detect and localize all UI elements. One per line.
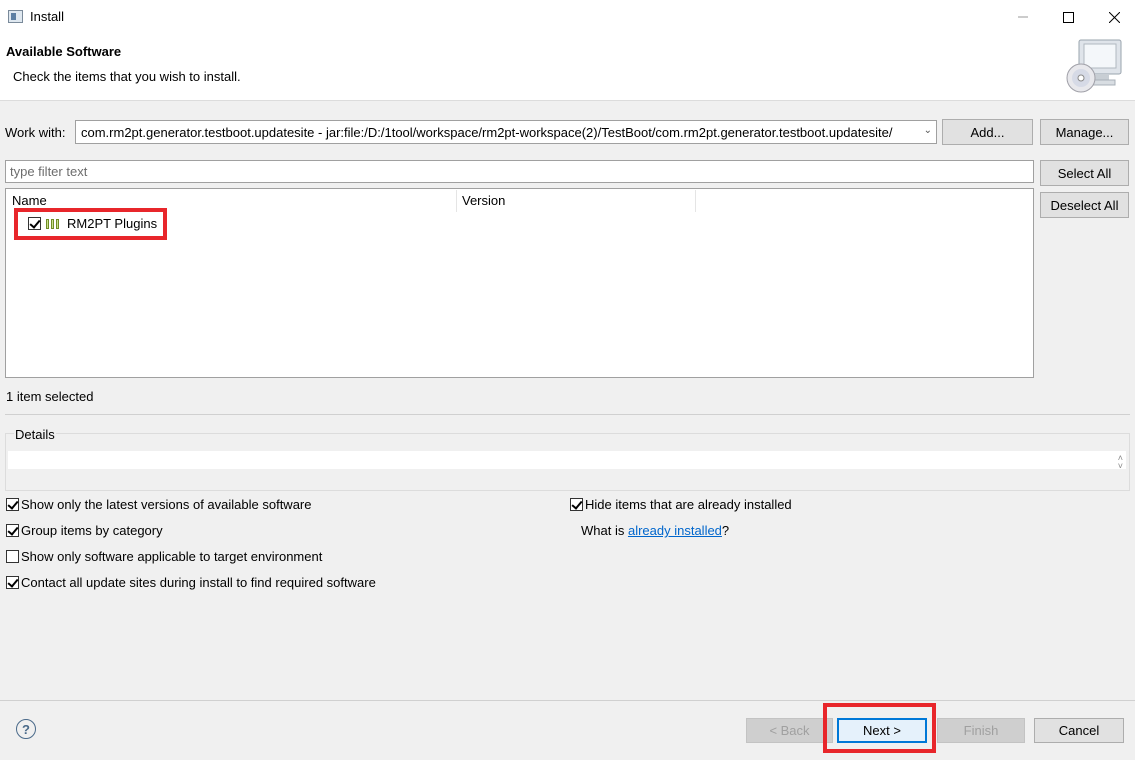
- question-mark: ?: [721, 523, 730, 538]
- deselect-all-button[interactable]: Deselect All: [1040, 192, 1129, 218]
- applicable-only-checkbox[interactable]: [6, 550, 19, 563]
- manage-sites-button[interactable]: Manage...: [1040, 119, 1129, 145]
- column-divider: [456, 190, 457, 212]
- close-button[interactable]: [1091, 0, 1137, 34]
- selection-status: 1 item selected: [6, 389, 94, 404]
- applicable-only-label: Show only software applicable to target …: [21, 549, 323, 564]
- minimize-button[interactable]: [1000, 0, 1046, 34]
- cancel-button[interactable]: Cancel: [1034, 718, 1124, 743]
- separator: [5, 414, 1130, 415]
- chevron-down-icon: ⌄: [923, 125, 932, 136]
- work-with-label: Work with:: [5, 125, 66, 140]
- header-banner: Available Software Check the items that …: [0, 34, 1138, 101]
- highlight-box: [823, 703, 936, 753]
- highlight-box: [14, 208, 167, 240]
- work-with-value: com.rm2pt.generator.testboot.updatesite …: [81, 125, 893, 140]
- latest-versions-label: Show only the latest versions of availab…: [21, 497, 312, 512]
- scroll-arrows-icon[interactable]: ˄ ˅: [1118, 454, 1123, 471]
- group-by-category-checkbox[interactable]: [6, 524, 19, 537]
- column-header-name[interactable]: Name: [12, 193, 47, 208]
- add-site-button[interactable]: Add...: [942, 119, 1033, 145]
- group-by-category-label: Group items by category: [21, 523, 163, 538]
- hide-installed-checkbox[interactable]: [570, 498, 583, 511]
- maximize-button[interactable]: [1045, 0, 1091, 34]
- latest-versions-checkbox[interactable]: [6, 498, 19, 511]
- contact-sites-label: Contact all update sites during install …: [21, 575, 376, 590]
- install-computer-icon: [1066, 39, 1122, 93]
- help-button[interactable]: ?: [16, 719, 36, 739]
- window-title: Install: [30, 9, 64, 24]
- details-label: Details: [14, 427, 56, 442]
- details-text-area[interactable]: [8, 451, 1126, 469]
- button-bar-separator: [0, 700, 1138, 701]
- title-bar: Install: [0, 0, 1138, 34]
- maximize-icon: [1062, 11, 1074, 23]
- column-header-version[interactable]: Version: [462, 193, 505, 208]
- already-installed-link[interactable]: already installed: [628, 523, 722, 538]
- column-divider: [695, 190, 696, 212]
- filter-input[interactable]: [5, 160, 1034, 183]
- window-icon: [8, 10, 23, 23]
- work-with-combo[interactable]: com.rm2pt.generator.testboot.updatesite …: [75, 120, 937, 144]
- hide-installed-label: Hide items that are already installed: [585, 497, 792, 512]
- details-group: Details ˄ ˅: [5, 427, 1130, 491]
- already-installed-text: What is already installed?: [581, 523, 729, 538]
- back-button[interactable]: < Back: [746, 718, 833, 743]
- close-icon: [1108, 11, 1120, 23]
- contact-sites-checkbox[interactable]: [6, 576, 19, 589]
- finish-button[interactable]: Finish: [937, 718, 1025, 743]
- select-all-button[interactable]: Select All: [1040, 160, 1129, 186]
- page-title: Available Software: [6, 44, 122, 59]
- page-description: Check the items that you wish to install…: [13, 69, 241, 84]
- minimize-icon: [1018, 16, 1028, 18]
- what-is-label: What is: [581, 523, 628, 538]
